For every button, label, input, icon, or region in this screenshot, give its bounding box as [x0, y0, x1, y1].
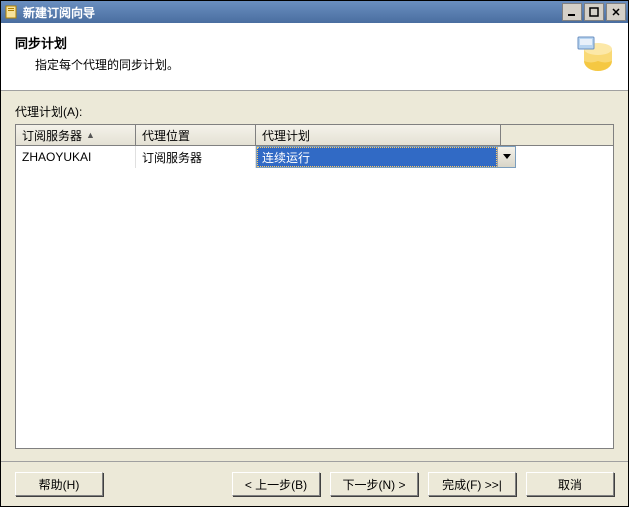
help-button[interactable]: 帮助(H) — [15, 472, 103, 496]
nav-button-group: < 上一步(B) 下一步(N) > 完成(F) >>| 取消 — [232, 472, 614, 496]
page-title: 同步计划 — [15, 33, 572, 52]
finish-button[interactable]: 完成(F) >>| — [428, 472, 516, 496]
schedule-dropdown[interactable]: 连续运行 — [256, 146, 516, 168]
sort-asc-icon: ▲ — [86, 130, 95, 140]
wizard-window: 新建订阅向导 同步计划 指定每个代理的同步计划。 代理计划(A): 订阅服务器 … — [0, 0, 629, 507]
dropdown-button[interactable] — [497, 147, 515, 167]
column-header-schedule[interactable]: 代理计划 — [256, 125, 501, 145]
cell-server: ZHAOYUKAI — [16, 146, 136, 168]
schedule-value: 连续运行 — [257, 147, 497, 167]
column-header-server-text: 订阅服务器 — [22, 127, 82, 144]
chevron-down-icon — [503, 154, 511, 160]
content-area: 代理计划(A): 订阅服务器 ▲ 代理位置 代理计划 ZHAOYUKAI 订阅服… — [1, 91, 628, 461]
column-header-server[interactable]: 订阅服务器 ▲ — [16, 125, 136, 145]
cell-schedule[interactable]: 连续运行 — [256, 146, 516, 168]
agent-schedule-grid: 订阅服务器 ▲ 代理位置 代理计划 ZHAOYUKAI 订阅服务器 连续运行 — [15, 124, 614, 449]
titlebar: 新建订阅向导 — [1, 1, 628, 23]
cell-location: 订阅服务器 — [136, 146, 256, 168]
wizard-footer: 帮助(H) < 上一步(B) 下一步(N) > 完成(F) >>| 取消 — [1, 461, 628, 506]
grid-label: 代理计划(A): — [15, 103, 614, 120]
next-button[interactable]: 下一步(N) > — [330, 472, 418, 496]
wizard-header: 同步计划 指定每个代理的同步计划。 — [1, 23, 628, 91]
grid-body: ZHAOYUKAI 订阅服务器 连续运行 — [16, 146, 613, 448]
table-row[interactable]: ZHAOYUKAI 订阅服务器 连续运行 — [16, 146, 613, 168]
sync-icon — [572, 31, 614, 73]
window-controls — [562, 3, 626, 21]
page-subtitle: 指定每个代理的同步计划。 — [35, 56, 572, 73]
close-button[interactable] — [606, 3, 626, 21]
titlebar-title: 新建订阅向导 — [23, 4, 562, 21]
column-header-location[interactable]: 代理位置 — [136, 125, 256, 145]
header-text: 同步计划 指定每个代理的同步计划。 — [15, 33, 572, 73]
back-button[interactable]: < 上一步(B) — [232, 472, 320, 496]
minimize-button[interactable] — [562, 3, 582, 21]
grid-header: 订阅服务器 ▲ 代理位置 代理计划 — [16, 125, 613, 146]
maximize-button[interactable] — [584, 3, 604, 21]
cancel-button[interactable]: 取消 — [526, 472, 614, 496]
wizard-icon — [3, 4, 19, 20]
